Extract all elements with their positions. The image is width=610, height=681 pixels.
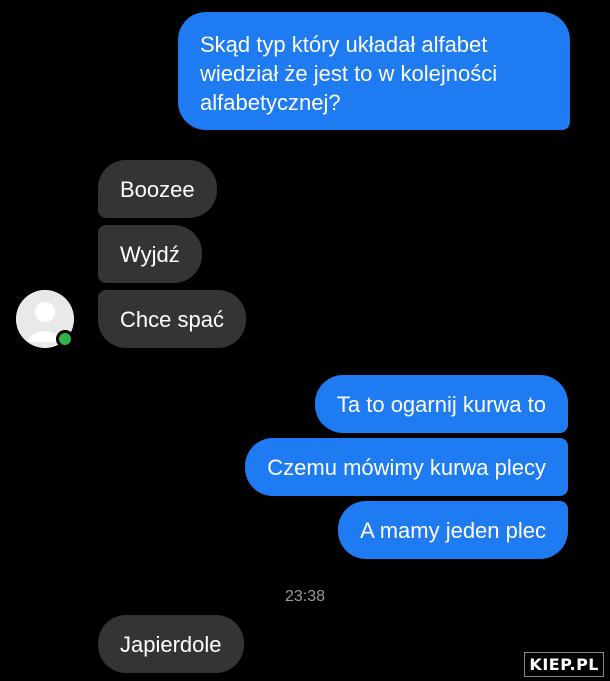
message-text: Skąd typ który układał alfabet wiedział … <box>200 32 498 115</box>
outgoing-message[interactable]: Ta to ogarnij kurwa to <box>314 375 568 433</box>
outgoing-message[interactable]: Skąd typ który układał alfabet wiedział … <box>178 12 570 130</box>
incoming-message[interactable]: Boozee <box>98 160 217 218</box>
online-status-indicator <box>56 330 74 348</box>
message-text: Czemu mówimy kurwa plecy <box>267 454 546 480</box>
message-text: Boozee <box>120 176 195 202</box>
incoming-message[interactable]: Wyjdź <box>98 225 202 283</box>
watermark-logo: KIEP.PL <box>524 652 604 677</box>
message-timestamp: 23:38 <box>284 588 326 605</box>
incoming-message[interactable]: Chce spać <box>98 290 246 348</box>
message-text: Ta to ogarnij kurwa to <box>336 391 546 417</box>
message-text: Japierdole <box>120 631 222 657</box>
message-text: Wyjdź <box>120 241 180 267</box>
incoming-message[interactable]: Japierdole <box>98 615 244 673</box>
message-text: Chce spać <box>120 306 224 332</box>
outgoing-message[interactable]: Czemu mówimy kurwa plecy <box>245 438 568 496</box>
outgoing-message[interactable]: A mamy jeden plec <box>338 501 568 559</box>
message-text: A mamy jeden plec <box>360 517 546 543</box>
